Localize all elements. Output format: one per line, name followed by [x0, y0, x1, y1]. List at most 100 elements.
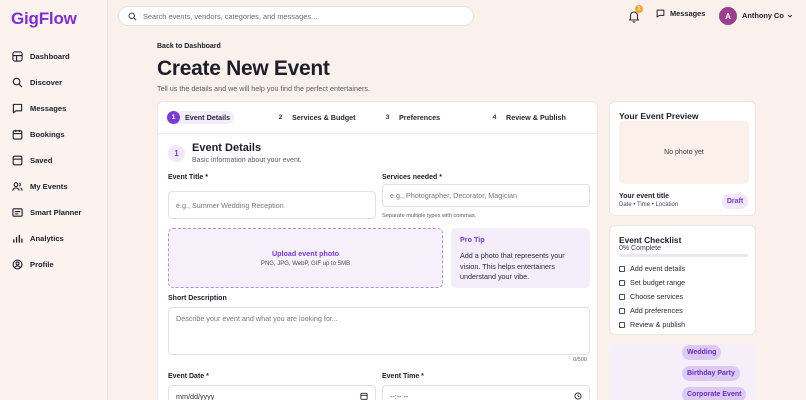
time-placeholder: --:-- -- — [390, 391, 409, 400]
pro-tip-box: Pro Tip Add a photo that represents your… — [451, 228, 590, 288]
tip-title: Pro Tip — [460, 235, 485, 244]
services-label: Services needed * — [382, 174, 442, 181]
sidebar-item-saved[interactable]: Saved — [12, 151, 52, 169]
checklist-item[interactable]: Add event details — [619, 264, 685, 273]
preview-event-meta: Date • Time • Location — [619, 202, 679, 208]
preview-photo-placeholder: No photo yet — [619, 121, 749, 184]
sidebar-item-label: Bookings — [30, 129, 65, 139]
event-types-card: Wedding Birthday Party Corporate Event — [609, 344, 756, 400]
preview-title: Your Event Preview — [619, 111, 699, 121]
chevron-down-icon — [787, 14, 793, 18]
checklist-item[interactable]: Set budget range — [619, 278, 685, 287]
sidebar-item-bookings[interactable]: Bookings — [12, 125, 65, 143]
tip-text: Add a photo that represents your vision.… — [460, 251, 565, 281]
messages-label: Messages — [670, 9, 706, 18]
planner-icon — [12, 207, 23, 217]
app-logo[interactable]: GigFlow — [11, 9, 77, 29]
tab-event-details[interactable]: 1 Event Details — [167, 111, 235, 124]
sidebar: GigFlow Dashboard Discover Messages Book… — [0, 0, 108, 400]
back-to-dashboard-link[interactable]: Back to Dashboard — [157, 43, 221, 50]
description-field[interactable] — [168, 307, 590, 355]
search-bar[interactable] — [118, 6, 474, 26]
page-title: Create New Event — [157, 57, 330, 80]
event-title-field[interactable] — [168, 191, 376, 219]
event-checklist-card: Event Checklist 0% Complete Add event de… — [609, 225, 756, 335]
description-textarea[interactable] — [176, 314, 589, 332]
tab-review-publish[interactable]: 4 Review & Publish — [488, 111, 566, 124]
sidebar-item-discover[interactable]: Discover — [12, 73, 62, 91]
event-title-input[interactable] — [176, 200, 375, 210]
checklist-item[interactable]: Choose services — [619, 292, 683, 301]
avatar[interactable]: A — [719, 7, 737, 25]
event-type-pill-wedding[interactable]: Wedding — [682, 345, 722, 360]
services-field[interactable] — [382, 184, 590, 207]
step-number: 3 — [385, 114, 390, 121]
sidebar-item-analytics[interactable]: Analytics — [12, 229, 64, 247]
search-input[interactable] — [143, 11, 463, 21]
dashboard-icon — [12, 50, 23, 62]
checklist-progress-label: 0% Complete — [619, 245, 662, 252]
checkbox[interactable] — [619, 279, 625, 286]
event-form-card: 1 Event Details 2 Services & Budget 3 Pr… — [157, 101, 599, 400]
checkbox[interactable] — [619, 307, 625, 314]
step-number: 4 — [492, 114, 497, 121]
event-type-pill-birthday[interactable]: Birthday Party — [682, 366, 740, 381]
bar-chart-icon — [13, 234, 23, 243]
sidebar-item-label: Smart Planner — [30, 207, 82, 217]
checkbox[interactable] — [619, 293, 625, 300]
checklist-item-label: Choose services — [630, 292, 684, 301]
user-icon — [12, 259, 23, 269]
sidebar-item-label: Discover — [30, 77, 63, 87]
clock-icon[interactable] — [574, 392, 582, 400]
messages-button[interactable]: Messages — [656, 9, 705, 18]
checklist-item[interactable]: Add preferences — [619, 306, 683, 315]
sidebar-item-label: Messages — [30, 103, 67, 113]
step-label: Review & Publish — [506, 113, 566, 122]
user-menu[interactable]: Anthony Co — [742, 11, 793, 20]
checkbox[interactable] — [619, 265, 625, 272]
sidebar-item-label: Dashboard — [30, 51, 70, 61]
search-icon — [12, 77, 23, 87]
event-time-field[interactable]: --:-- -- — [382, 385, 590, 400]
search-icon — [128, 12, 137, 20]
event-type-pill-corporate[interactable]: Corporate Event — [682, 387, 747, 400]
section-number: 1 — [168, 145, 185, 162]
preview-event-title: Your event title — [619, 193, 670, 200]
checklist-item-label: Review & publish — [630, 320, 686, 329]
sidebar-item-profile[interactable]: Profile — [12, 255, 54, 273]
event-date-field[interactable]: mm/dd/yyyy — [168, 385, 376, 400]
sidebar-item-dashboard[interactable]: Dashboard — [12, 47, 70, 65]
step-tabs: 1 Event Details 2 Services & Budget 3 Pr… — [158, 102, 599, 134]
step-label: Services & Budget — [292, 113, 356, 122]
sidebar-item-smart-planner[interactable]: Smart Planner — [12, 203, 82, 221]
upload-title: Upload event photo — [271, 249, 340, 258]
upload-photo-dropzone[interactable]: Upload event photo PNG, JPG, WebP, GIF u… — [168, 228, 443, 288]
bookmark-icon — [12, 155, 23, 165]
section-subtitle: Basic information about your event. — [192, 157, 302, 164]
users-icon — [12, 181, 23, 191]
description-counter: 0/500 — [573, 357, 587, 363]
services-input[interactable] — [390, 191, 589, 200]
calendar-icon[interactable] — [360, 392, 368, 400]
date-placeholder: mm/dd/yyyy — [176, 391, 215, 400]
user-name: Anthony Co — [742, 11, 784, 20]
services-hint: Separate multiple types with commas. — [382, 213, 477, 219]
tab-services-budget[interactable]: 2 Services & Budget — [274, 111, 356, 124]
step-label: Preferences — [399, 113, 441, 122]
event-preview-card: Your Event Preview No photo yet Your eve… — [609, 101, 756, 216]
description-label: Short Description — [168, 295, 227, 302]
checklist-item-label: Add preferences — [630, 306, 683, 315]
checklist-title: Event Checklist — [619, 235, 682, 245]
sidebar-item-my-events[interactable]: My Events — [12, 177, 68, 195]
sidebar-item-label: Saved — [30, 155, 53, 165]
sidebar-item-label: Profile — [30, 259, 54, 269]
checkbox[interactable] — [619, 321, 625, 328]
event-date-label: Event Date * — [168, 373, 209, 380]
tab-preferences[interactable]: 3 Preferences — [381, 111, 441, 124]
step-number: 1 — [167, 111, 180, 124]
step-number: 2 — [278, 114, 283, 121]
step-label: Event Details — [185, 113, 231, 122]
sidebar-item-messages[interactable]: Messages — [12, 99, 66, 117]
section-title: Event Details — [192, 142, 262, 154]
checklist-item[interactable]: Review & publish — [619, 320, 685, 329]
